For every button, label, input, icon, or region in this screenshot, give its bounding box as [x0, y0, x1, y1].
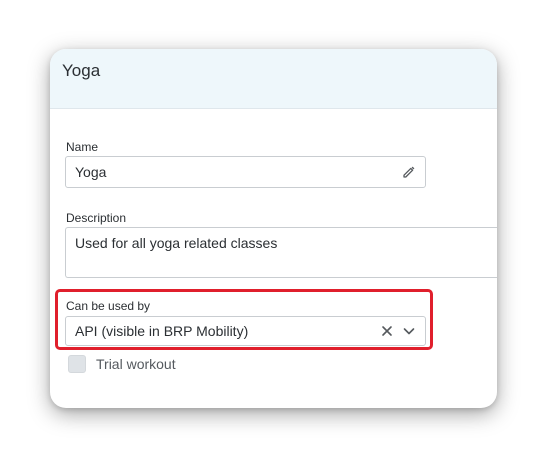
- description-field[interactable]: Used for all yoga related classes: [65, 227, 497, 278]
- description-value: Used for all yoga related classes: [75, 235, 278, 251]
- edit-activity-dialog: Yoga Name Yoga Description Used for all …: [50, 49, 497, 408]
- dialog-title: Yoga: [62, 61, 101, 80]
- trial-workout-label[interactable]: Trial workout: [96, 356, 176, 372]
- can-be-used-by-select[interactable]: API (visible in BRP Mobility): [65, 316, 426, 346]
- pencil-icon[interactable]: [402, 165, 416, 179]
- name-label: Name: [66, 140, 99, 154]
- chevron-down-icon[interactable]: [403, 326, 415, 336]
- can-be-used-by-label: Can be used by: [66, 299, 151, 313]
- name-value: Yoga: [75, 164, 107, 180]
- selected-value: API (visible in BRP Mobility): [75, 323, 249, 339]
- trial-workout-checkbox[interactable]: [68, 355, 86, 373]
- dialog-header: Yoga: [50, 49, 497, 109]
- name-field[interactable]: Yoga: [65, 156, 426, 188]
- close-icon[interactable]: [381, 325, 393, 337]
- description-label: Description: [66, 211, 127, 225]
